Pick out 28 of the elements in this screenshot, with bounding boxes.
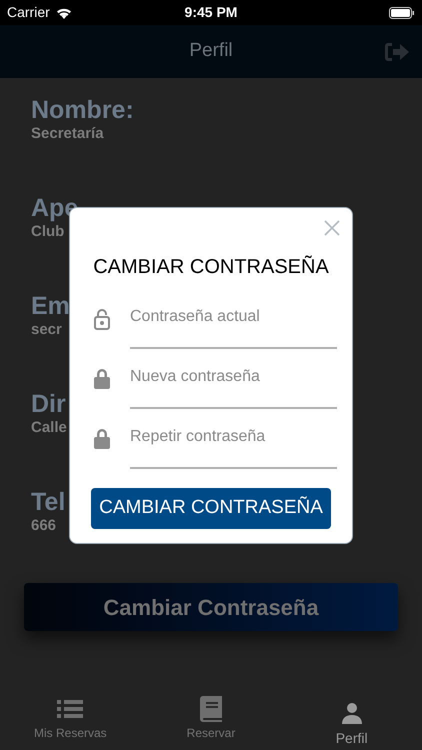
list-icon xyxy=(57,698,84,720)
tab[interactable]: Reservar xyxy=(140,688,282,750)
book-icon xyxy=(200,696,222,722)
field-label: Nombre: xyxy=(31,95,134,125)
logout-icon[interactable] xyxy=(384,42,410,62)
battery-icon xyxy=(389,6,415,18)
close-icon[interactable] xyxy=(324,220,340,236)
dialog-title: CAMBIAR CONTRASEÑA xyxy=(93,255,329,279)
field-label: Tel xyxy=(31,487,66,517)
submit-button[interactable]: CAMBIAR CONTRASEÑA xyxy=(91,488,331,529)
header-title: Perfil xyxy=(189,39,233,64)
tab[interactable]: Mis Reservas xyxy=(0,688,141,750)
field-value: Secretaría xyxy=(31,125,104,143)
wifi-icon xyxy=(56,6,72,18)
field-label: Em xyxy=(31,291,70,321)
field-value: Club xyxy=(31,223,64,241)
change-password-button[interactable]: Cambiar Contraseña xyxy=(24,583,398,631)
field-value: 666 xyxy=(31,517,56,535)
password-field[interactable]: Contraseña actual xyxy=(130,289,337,349)
password-field[interactable]: Repetir contraseña xyxy=(130,409,337,469)
field-value: Calle xyxy=(31,419,67,437)
field-value: secr xyxy=(31,321,62,339)
password-field[interactable]: Nueva contraseña xyxy=(130,349,337,409)
carrier-text: Carrier xyxy=(7,3,50,22)
time-text: 9:45 PM xyxy=(184,3,238,22)
field-label: Dir xyxy=(31,389,66,419)
tab[interactable]: Perfil xyxy=(281,688,422,750)
person-icon xyxy=(340,702,363,724)
